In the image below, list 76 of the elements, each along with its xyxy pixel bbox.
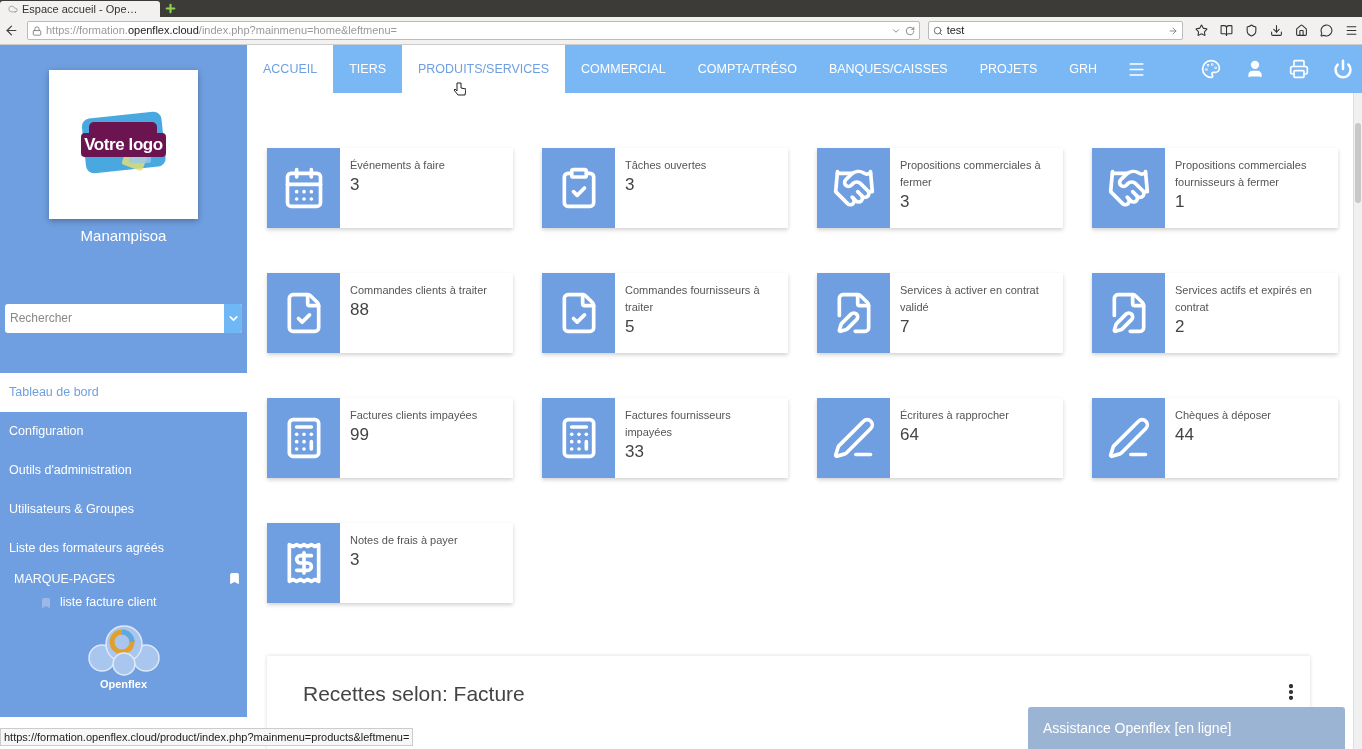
stat-card[interactable]: Propositions commerciales fournisseurs à fermer 1 bbox=[1092, 148, 1338, 228]
star-icon[interactable] bbox=[1195, 24, 1208, 37]
user-icon[interactable] bbox=[1245, 59, 1265, 79]
power-icon[interactable] bbox=[1333, 59, 1353, 79]
search-value: test bbox=[946, 23, 965, 39]
card-value: 5 bbox=[625, 316, 636, 338]
browser-tab[interactable]: Espace accueil - Ope… bbox=[0, 1, 160, 17]
card-value: 3 bbox=[350, 549, 361, 571]
brand-name: Openflex bbox=[99, 677, 148, 692]
card-label: Écritures à rapprocher bbox=[900, 408, 1009, 423]
status-bar: https://formation.openflex.cloud/product/index.php?mainmenu=products&leftmenu= bbox=[0, 727, 414, 746]
reload-icon[interactable] bbox=[904, 25, 915, 36]
card-value: 33 bbox=[625, 441, 645, 463]
shield-icon[interactable] bbox=[1245, 24, 1258, 37]
stat-card[interactable]: Chèques à déposer 44 bbox=[1092, 398, 1338, 478]
tab-title: Espace accueil - Ope… bbox=[22, 1, 138, 17]
card-label: Commandes fournisseurs à traiter bbox=[625, 283, 761, 315]
logo-text: Votre logo bbox=[81, 132, 166, 157]
printer-icon[interactable] bbox=[1289, 59, 1309, 79]
search-field[interactable]: test bbox=[927, 21, 1183, 40]
home-icon[interactable] bbox=[1295, 24, 1308, 37]
card-label: Commandes clients à traiter bbox=[350, 283, 487, 298]
stat-card[interactable]: Commandes fournisseurs à traiter 5 bbox=[542, 273, 788, 353]
stat-card[interactable]: Propositions commerciales à fermer 3 bbox=[817, 148, 1063, 228]
stat-card[interactable]: Services actifs et expirés en contrat 2 bbox=[1092, 273, 1338, 353]
card-value: 7 bbox=[900, 316, 911, 338]
book-icon[interactable] bbox=[1220, 24, 1233, 37]
panel-title: Recettes selon: Facture bbox=[303, 681, 525, 707]
pen-icon bbox=[1106, 416, 1151, 460]
card-value: 88 bbox=[350, 299, 370, 321]
card-value: 3 bbox=[625, 174, 636, 196]
palette-icon[interactable] bbox=[1201, 59, 1221, 79]
card-value: 64 bbox=[900, 424, 920, 446]
chat-bubble-icon[interactable] bbox=[1320, 24, 1333, 37]
stat-card[interactable]: Événements à faire 3 bbox=[267, 148, 513, 228]
download-icon[interactable] bbox=[1270, 24, 1283, 37]
card-value: 3 bbox=[900, 191, 911, 213]
user-name: Manampisoa bbox=[80, 226, 167, 246]
url-text: https://formation.openflex.cloud/index.php?mainmenu=home&leftmenu= bbox=[45, 23, 397, 39]
search-icon bbox=[932, 25, 943, 36]
card-label: Services actifs et expirés en contrat bbox=[1175, 283, 1313, 315]
back-icon[interactable] bbox=[4, 23, 19, 38]
card-value: 44 bbox=[1175, 424, 1195, 446]
search-dropdown-button[interactable] bbox=[224, 303, 242, 333]
card-label: Propositions commerciales à fermer bbox=[900, 158, 1042, 190]
stat-card[interactable]: Services à activer en contrat validé 7 bbox=[817, 273, 1063, 353]
pen-icon bbox=[831, 416, 876, 460]
stat-card[interactable]: Notes de frais à payer 3 bbox=[267, 523, 513, 603]
stat-card[interactable]: Tâches ouvertes 3 bbox=[542, 148, 788, 228]
stat-card[interactable]: Écritures à rapprocher 64 bbox=[817, 398, 1063, 478]
bookmark-icon[interactable] bbox=[228, 572, 241, 586]
card-value: 1 bbox=[1175, 191, 1186, 213]
stat-card[interactable]: Factures fournisseurs impayées 33 bbox=[542, 398, 788, 478]
card-label: Chèques à déposer bbox=[1175, 408, 1271, 423]
card-label: Propositions commerciales fournisseurs à fermer bbox=[1175, 158, 1308, 190]
new-tab-icon[interactable] bbox=[164, 2, 177, 15]
card-label: Tâches ouvertes bbox=[625, 158, 707, 173]
stat-card[interactable]: Factures clients impayées 99 bbox=[267, 398, 513, 478]
card-value: 99 bbox=[350, 424, 370, 446]
card-value: 2 bbox=[1175, 316, 1186, 338]
go-arrow-icon[interactable] bbox=[1168, 25, 1178, 36]
card-label: Événements à faire bbox=[350, 158, 445, 173]
favicon-icon bbox=[8, 4, 18, 14]
hand-cursor-icon bbox=[454, 82, 466, 96]
scrollbar[interactable] bbox=[1353, 93, 1362, 749]
card-value: 3 bbox=[350, 174, 361, 196]
menu-icon[interactable] bbox=[1345, 24, 1358, 37]
url-field[interactable]: https://formation.openflex.cloud/index.php?mainmenu=home&leftmenu= bbox=[26, 21, 920, 40]
card-label: Factures clients impayées bbox=[350, 408, 478, 423]
card-label: Notes de frais à payer bbox=[350, 533, 458, 548]
lock-icon bbox=[31, 25, 42, 36]
card-label: Services à activer en contrat validé bbox=[900, 283, 1040, 315]
bookmarks-title: MARQUE-PAGES bbox=[14, 570, 116, 588]
stat-card[interactable]: Commandes clients à traiter 88 bbox=[267, 273, 513, 353]
card-label: Factures fournisseurs impayées bbox=[625, 408, 732, 440]
bookmark-icon bbox=[40, 596, 52, 609]
